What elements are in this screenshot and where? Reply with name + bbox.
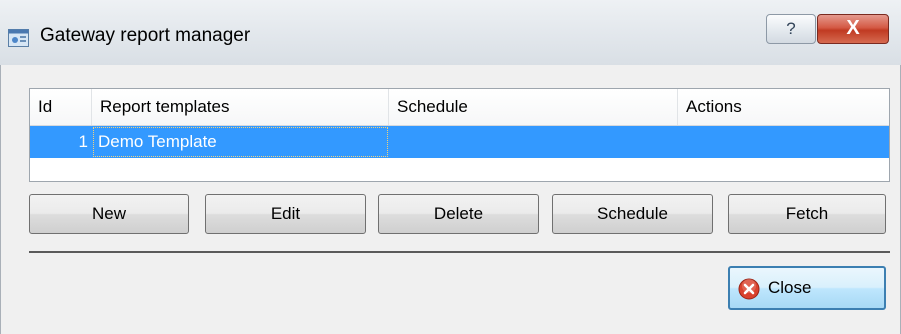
new-button[interactable]: New (29, 194, 189, 234)
help-button[interactable]: ? (766, 14, 816, 44)
title-bar[interactable]: Gateway report manager ? X (0, 0, 901, 66)
delete-button[interactable]: Delete (378, 194, 539, 234)
cell-report-template[interactable]: Demo Template (92, 126, 389, 158)
divider (29, 251, 890, 253)
grid-header: Id Report templates Schedule Actions (30, 89, 889, 126)
column-header-id[interactable]: Id (30, 89, 92, 125)
window-close-button[interactable]: X (817, 14, 889, 44)
cell-actions[interactable] (678, 126, 889, 158)
fetch-button[interactable]: Fetch (728, 194, 886, 234)
edit-button[interactable]: Edit (205, 194, 366, 234)
table-row[interactable]: 1 Demo Template (30, 126, 889, 158)
schedule-button[interactable]: Schedule (552, 194, 713, 234)
close-circle-icon (738, 278, 760, 300)
report-templates-grid[interactable]: Id Report templates Schedule Actions 1 D… (29, 88, 890, 182)
column-header-schedule[interactable]: Schedule (389, 89, 678, 125)
close-button-label: Close (768, 278, 812, 297)
report-manager-app-icon (8, 29, 29, 47)
column-header-report-templates[interactable]: Report templates (92, 89, 389, 125)
client-area: Id Report templates Schedule Actions 1 D… (0, 65, 901, 334)
cell-schedule[interactable] (389, 126, 678, 158)
gateway-report-manager-window: Gateway report manager ? X Id Report tem… (0, 0, 901, 334)
column-header-actions[interactable]: Actions (678, 89, 889, 125)
close-button[interactable]: Close (728, 266, 886, 310)
window-title: Gateway report manager (40, 25, 251, 46)
cell-id[interactable]: 1 (30, 126, 90, 158)
